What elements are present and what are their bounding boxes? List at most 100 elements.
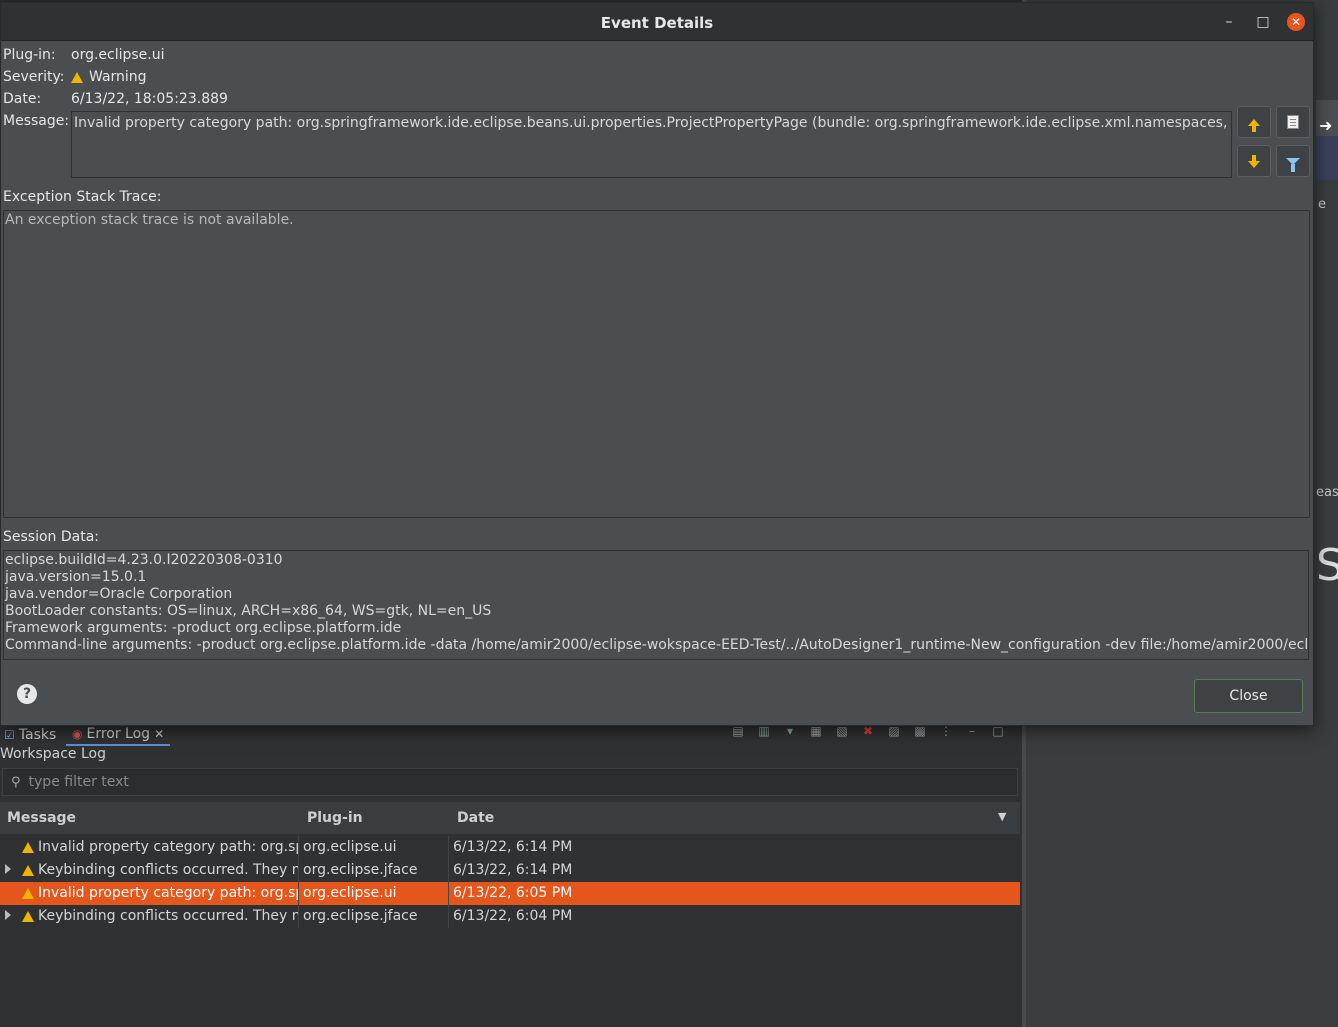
expand-chevron-icon[interactable] [5,864,11,874]
view-toolbar: ▤ ▥ ▾ ▦ ▧ ✖ ▨ ▩ ⋮ – □ [730,724,1006,738]
dropdown-icon[interactable]: ▾ [782,724,798,738]
row-message-cell: Keybinding conflicts occurred. They ma [22,908,298,924]
session-data-line: Framework arguments: -product org.eclips… [5,620,402,636]
filter-icon [1286,157,1300,172]
minimize-view-icon[interactable]: – [964,724,980,738]
previous-entry-button[interactable] [1237,106,1271,138]
stack-trace-label: Exception Stack Trace: [3,189,162,205]
table-row[interactable]: Invalid property category path: org.spr o… [0,882,1020,905]
warning-icon [22,910,34,922]
minimize-button[interactable]: – [1220,13,1238,31]
message-text-area[interactable]: Invalid property category path: org.spri… [71,111,1232,178]
dialog-title: Event Details [600,14,714,32]
column-header-date[interactable]: Date [457,810,494,826]
row-message-text: Keybinding conflicts occurred. They ma [38,908,298,924]
row-message-cell: Invalid property category path: org.spr [22,839,298,855]
warning-icon [71,71,83,83]
row-plugin-cell: org.eclipse.ui [303,839,397,855]
export-log-icon[interactable]: ▤ [730,724,746,738]
search-icon: ⚲ [11,774,21,790]
activate-log-icon[interactable]: ▩ [912,724,928,738]
row-message-text: Invalid property category path: org.spr [38,839,298,855]
column-separator [298,859,299,882]
arrow-up-icon [1248,118,1260,132]
copy-icon [1287,115,1299,129]
row-message-text: Invalid property category path: org.spr [38,885,298,901]
date-label: Date: [3,91,42,107]
plugin-label: Plug-in: [3,47,56,63]
sort-chevron-down-icon[interactable]: ▼ [998,810,1006,823]
import-log-icon[interactable]: ▥ [756,724,772,738]
error-log-icon: ◉ [72,727,83,741]
expand-chevron-icon[interactable] [5,910,11,920]
close-button[interactable]: Close [1194,679,1303,713]
column-separator [298,836,299,859]
row-message-cell: Invalid property category path: org.spr [22,885,298,901]
column-separator [298,882,299,905]
background-text-fragment: ease [1316,485,1338,500]
row-plugin-cell: org.eclipse.jface [303,862,418,878]
column-header-plugin[interactable]: Plug-in [307,810,363,826]
column-separator [448,905,449,928]
column-separator [448,882,449,905]
severity-value: Warning [71,69,147,85]
row-date-cell: 6/13/22, 6:05 PM [453,885,573,901]
row-date-cell: 6/13/22, 6:14 PM [453,839,573,855]
background-selected-strip [1316,136,1338,180]
restore-log-icon[interactable]: ▨ [886,724,902,738]
dialog-titlebar[interactable]: Event Details – □ ✕ [1,3,1313,41]
warning-icon [22,887,34,899]
column-separator [448,836,449,859]
filter-button[interactable] [1276,145,1310,177]
view-menu-icon[interactable]: ⋮ [938,724,954,738]
help-icon[interactable]: ? [17,684,37,704]
event-details-dialog: Event Details – □ ✕ Plug-in: org.eclipse… [0,2,1314,726]
background-text-fragment: e [1318,197,1326,212]
table-row[interactable]: Keybinding conflicts occurred. They ma or… [0,905,1020,928]
arrow-down-icon [1248,154,1260,168]
row-date-cell: 6/13/22, 6:04 PM [453,908,573,924]
delete-log-icon[interactable]: ✖ [860,724,876,738]
warning-icon [22,841,34,853]
maximize-button[interactable]: □ [1254,13,1272,31]
session-data-line: Command-line arguments: -product org.ecl… [5,637,1309,653]
table-row[interactable]: Invalid property category path: org.spr o… [0,836,1020,859]
column-header-message[interactable]: Message [7,810,76,826]
table-row[interactable]: Keybinding conflicts occurred. They ma or… [0,859,1020,882]
log-table-header: Message Plug-in Date ▼ [0,802,1020,834]
row-message-text: Keybinding conflicts occurred. They ma [38,862,298,878]
severity-text: Warning [89,69,147,85]
row-plugin-cell: org.eclipse.jface [303,908,418,924]
open-log-icon[interactable]: ▦ [808,724,824,738]
column-separator [448,859,449,882]
close-window-button[interactable]: ✕ [1287,13,1305,31]
copy-button[interactable] [1276,106,1310,138]
workspace-log-label: Workspace Log [0,746,106,762]
session-data-area[interactable]: eclipse.buildId=4.23.0.I20220308-0310 jav… [3,550,1309,660]
message-label: Message: [3,113,70,129]
tab-error-log[interactable]: ◉ Error Log ✕ [66,724,171,746]
session-data-line: BootLoader constants: OS=linux, ARCH=x86… [5,603,492,619]
forward-arrow-icon[interactable]: ➜ [1319,116,1332,135]
background-large-letter: S [1316,540,1338,591]
next-entry-button[interactable] [1237,145,1271,177]
warning-icon [22,864,34,876]
session-data-line: java.vendor=Oracle Corporation [5,586,233,602]
tab-error-log-label: Error Log [86,726,151,742]
clear-log-icon[interactable]: ▧ [834,724,850,738]
session-data-line: eclipse.buildId=4.23.0.I20220308-0310 [5,552,283,568]
tab-tasks[interactable]: ☑ Tasks [4,724,56,746]
row-date-cell: 6/13/22, 6:14 PM [453,862,573,878]
filter-box: ⚲ [2,768,1018,796]
stack-trace-area[interactable]: An exception stack trace is not availabl… [3,210,1310,518]
close-tab-icon[interactable]: ✕ [154,727,164,741]
filter-input[interactable] [28,774,629,790]
tab-tasks-label: Tasks [18,727,57,743]
row-message-cell: Keybinding conflicts occurred. They ma [22,862,298,878]
session-data-label: Session Data: [3,529,100,545]
row-plugin-cell: org.eclipse.ui [303,885,397,901]
tasks-icon: ☑ [4,728,15,742]
column-separator [298,905,299,928]
plugin-value: org.eclipse.ui [71,47,165,63]
maximize-view-icon[interactable]: □ [990,724,1006,738]
